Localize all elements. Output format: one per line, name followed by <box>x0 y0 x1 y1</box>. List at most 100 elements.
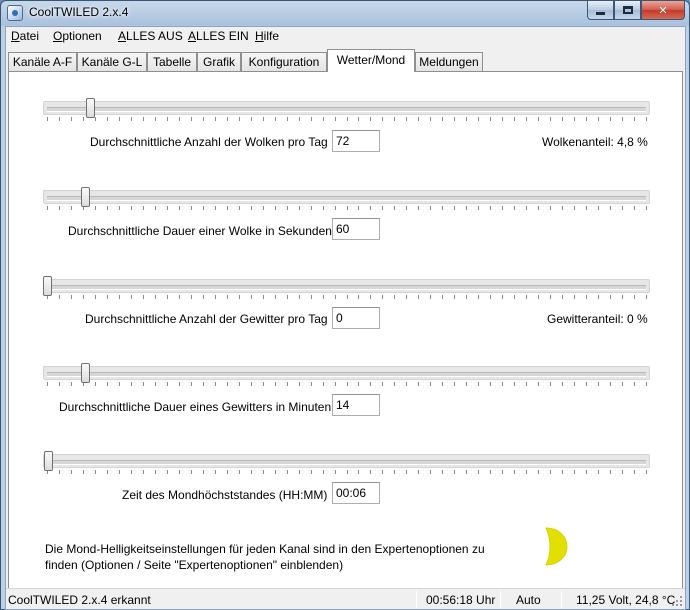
cloud-duration-slider-thumb[interactable] <box>81 187 90 207</box>
slider-tick <box>442 206 443 210</box>
slider-tick <box>119 206 120 210</box>
slider-tick <box>430 470 431 474</box>
minimize-button[interactable] <box>587 1 614 20</box>
slider-tick <box>562 206 563 210</box>
moon-peak-slider-thumb[interactable] <box>44 451 53 471</box>
slider-tick <box>95 206 96 210</box>
slider-tick <box>538 382 539 386</box>
slider-tick <box>454 295 455 299</box>
slider-tick <box>562 470 563 474</box>
menu-alles-aus[interactable]: ALLES AUS <box>118 29 183 43</box>
cloud-share-readout: Wolkenanteil: 4,8 % <box>542 135 648 149</box>
clouds-per-day-label: Durchschnittliche Anzahl der Wolken pro … <box>90 135 328 149</box>
status-separator <box>500 591 501 608</box>
slider-tick <box>203 206 204 210</box>
status-separator <box>561 591 562 608</box>
slider-tick <box>227 382 228 386</box>
slider-tick <box>454 470 455 474</box>
cloud-duration-input[interactable] <box>332 218 380 240</box>
slider-tick <box>215 470 216 474</box>
slider-tick <box>538 295 539 299</box>
close-button[interactable]: ✕ <box>641 1 685 20</box>
slider-tick <box>335 117 336 121</box>
slider-tick <box>239 295 240 299</box>
slider-ticks <box>47 206 647 210</box>
slider-tick <box>203 295 204 299</box>
slider-tick <box>490 117 491 121</box>
slider-tick <box>311 117 312 121</box>
slider-tick <box>191 206 192 210</box>
slider-tick <box>514 117 515 121</box>
moon-peak-input[interactable] <box>332 482 380 504</box>
slider-tick <box>478 206 479 210</box>
slider-tick <box>430 295 431 299</box>
storms-per-day-slider-thumb[interactable] <box>43 276 52 296</box>
menu-hilfe[interactable]: Hilfe <box>255 29 279 43</box>
cloud-duration-label: Durchschnittliche Dauer einer Wolke in S… <box>68 224 332 238</box>
cloud-duration-slider[interactable] <box>43 187 650 207</box>
maximize-button[interactable] <box>614 1 641 20</box>
app-icon[interactable] <box>7 5 23 21</box>
clouds-per-day-slider[interactable] <box>43 98 650 118</box>
menu-datei[interactable]: Datei <box>11 29 39 43</box>
slider-tick <box>514 470 515 474</box>
slider-tick <box>347 206 348 210</box>
storms-per-day-slider[interactable] <box>43 276 650 296</box>
size-grip-icon[interactable] <box>672 596 683 607</box>
tab-kanaele-a-f[interactable]: Kanäle A-F <box>8 52 77 71</box>
slider-tick <box>586 117 587 121</box>
slider-tick <box>466 382 467 386</box>
slider-tick <box>83 295 84 299</box>
slider-tick <box>478 382 479 386</box>
status-readings: 11,25 Volt, 24,8 °C <box>576 593 676 607</box>
title-bar[interactable]: CoolTWILED 2.x.4 ✕ <box>1 1 689 25</box>
slider-tick <box>347 382 348 386</box>
slider-tick <box>514 295 515 299</box>
slider-tick <box>502 470 503 474</box>
moon-peak-label: Zeit des Mondhöchststandes (HH:MM) <box>122 488 328 502</box>
storm-duration-slider[interactable] <box>43 363 650 383</box>
slider-tick <box>47 206 48 210</box>
slider-tick <box>526 470 527 474</box>
slider-tick <box>454 117 455 121</box>
tab-kanaele-g-l[interactable]: Kanäle G-L <box>77 52 147 71</box>
slider-tick <box>442 117 443 121</box>
slider-tick <box>251 470 252 474</box>
moon-phase-shape <box>545 527 568 566</box>
moon-peak-slider[interactable] <box>43 451 650 471</box>
slider-tick <box>526 382 527 386</box>
tab-meldungen[interactable]: Meldungen <box>415 52 483 71</box>
slider-tick <box>502 382 503 386</box>
slider-tick <box>167 470 168 474</box>
slider-tick <box>622 117 623 121</box>
slider-tick <box>155 117 156 121</box>
slider-tick <box>490 295 491 299</box>
slider-tick <box>179 382 180 386</box>
slider-tick <box>131 470 132 474</box>
slider-tick <box>466 117 467 121</box>
slider-tick <box>382 117 383 121</box>
storms-per-day-input[interactable] <box>332 307 380 329</box>
storm-duration-slider-thumb[interactable] <box>81 363 90 383</box>
menu-optionen[interactable]: Optionen <box>53 29 102 43</box>
slider-tick <box>610 117 611 121</box>
slider-tick <box>347 470 348 474</box>
slider-tick <box>406 382 407 386</box>
storm-duration-input[interactable] <box>332 394 380 416</box>
menu-alles-ein[interactable]: ALLES EIN <box>188 29 249 43</box>
clouds-per-day-slider-thumb[interactable] <box>86 98 95 118</box>
slider-tick <box>335 206 336 210</box>
slider-tick <box>394 206 395 210</box>
slider-tick <box>442 382 443 386</box>
slider-tick <box>71 117 72 121</box>
slider-tick <box>418 382 419 386</box>
close-icon: ✕ <box>658 4 668 17</box>
slider-tick <box>335 295 336 299</box>
tab-konfiguration[interactable]: Konfiguration <box>241 52 327 71</box>
tab-tabelle[interactable]: Tabelle <box>147 52 197 71</box>
slider-tick <box>454 382 455 386</box>
clouds-per-day-input[interactable] <box>332 130 380 152</box>
tab-wetter-mond[interactable]: Wetter/Mond <box>327 49 415 72</box>
slider-tick <box>562 382 563 386</box>
tab-grafik[interactable]: Grafik <box>197 52 241 71</box>
